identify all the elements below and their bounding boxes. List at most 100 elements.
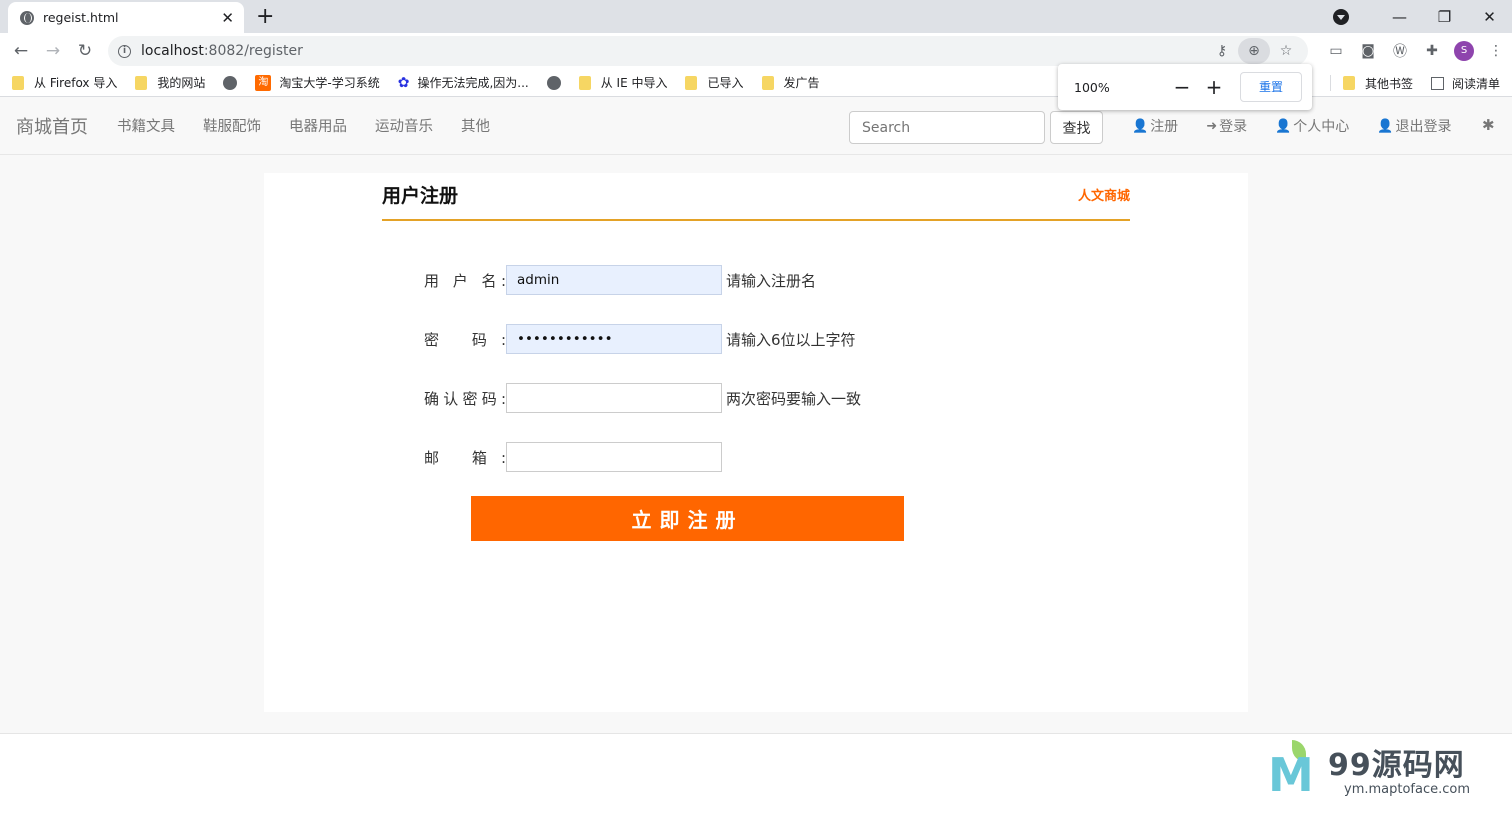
reading-list[interactable]: 阅读清单: [1430, 75, 1500, 92]
username-row: 用 户 名: 请输入注册名: [424, 265, 816, 295]
site-name-label: 人文商城: [1077, 189, 1130, 204]
logout-link[interactable]: 👤 退出登录: [1377, 116, 1451, 136]
url-path: :8082/register: [203, 43, 303, 59]
profile-avatar[interactable]: S: [1454, 41, 1474, 61]
bookmark-item[interactable]: 发广告: [761, 74, 820, 91]
info-icon[interactable]: i: [118, 44, 131, 58]
watermark-name: 99源码网: [1328, 748, 1465, 783]
window-controls: — ❐ ✕: [1333, 0, 1512, 33]
zoom-in-button[interactable]: +: [1198, 75, 1230, 99]
cast-icon[interactable]: ▭: [1320, 43, 1352, 59]
password-input[interactable]: [506, 324, 722, 354]
reading-list-icon: [1430, 76, 1444, 90]
puzzle-icon[interactable]: ✚: [1416, 43, 1448, 59]
user-icon: 👤: [1132, 118, 1149, 134]
menu-dots-icon[interactable]: ⋮: [1480, 43, 1512, 59]
register-panel: 用户注册 人文商城 用 户 名: 请输入注册名 密 码: 请输入6位以上字符 确…: [264, 173, 1248, 712]
user-icon: 👤: [1275, 118, 1292, 134]
zoom-out-button[interactable]: −: [1166, 75, 1198, 99]
browser-tab[interactable]: regeist.html ✕: [8, 2, 244, 33]
nav-link-sports[interactable]: 运动音乐: [375, 115, 433, 136]
confirm-password-input[interactable]: [506, 383, 722, 413]
folder-icon: [761, 75, 774, 90]
tab-bar: regeist.html ✕ + — ❐ ✕: [0, 0, 1512, 33]
folder-icon: [685, 75, 698, 90]
email-input[interactable]: [506, 442, 722, 472]
bookmark-item[interactable]: 从 IE 中导入: [578, 74, 667, 91]
other-bookmarks[interactable]: 其他书签: [1342, 75, 1413, 92]
zoom-icon[interactable]: ⊕: [1238, 38, 1270, 64]
w-extension-icon[interactable]: Ⓦ: [1384, 41, 1416, 61]
tab-search-icon[interactable]: [1333, 8, 1349, 25]
baidu-paw-icon: ✿: [397, 74, 410, 91]
address-bar-actions: ⚷ ⊕ ☆: [1206, 38, 1302, 64]
login-link[interactable]: ➜ 登录: [1206, 116, 1247, 136]
bookmark-item[interactable]: ✿ 操作无法完成,因为...: [398, 74, 529, 91]
nav-link-books[interactable]: 书籍文具: [117, 115, 175, 136]
folder-icon: [12, 75, 24, 90]
star-icon[interactable]: ☆: [1270, 38, 1302, 64]
url-host: localhost: [141, 43, 204, 59]
profile-link[interactable]: 👤 个人中心: [1275, 116, 1349, 136]
restore-icon[interactable]: ❐: [1422, 8, 1467, 26]
password-row: 密 码: 请输入6位以上字符: [424, 324, 856, 354]
bookmark-item[interactable]: [223, 75, 238, 90]
username-label: 用 户 名:: [424, 271, 506, 290]
zoom-popup: 100% − + 重置: [1058, 64, 1312, 110]
address-bar[interactable]: i localhost:8082/register ⚷ ⊕ ☆: [108, 36, 1308, 66]
zoom-reset-button[interactable]: 重置: [1240, 72, 1302, 102]
m-logo-icon: M: [1268, 748, 1314, 802]
bookmark-item[interactable]: 我的网站: [135, 74, 205, 91]
confirm-password-label: 确认密码:: [424, 389, 506, 408]
close-window-icon[interactable]: ✕: [1467, 8, 1512, 26]
register-link[interactable]: 👤 注册: [1132, 116, 1178, 136]
globe-icon: [223, 75, 238, 90]
folder-icon: [578, 75, 591, 90]
gear-icon[interactable]: ✱: [1482, 116, 1495, 134]
globe-icon: [20, 10, 34, 25]
key-icon[interactable]: ⚷: [1206, 38, 1238, 64]
watermark-logo: M 99源码网 ym.maptoface.com: [1266, 740, 1506, 810]
nav-link-electronics[interactable]: 电器用品: [289, 115, 347, 136]
password-label: 密 码:: [424, 330, 506, 349]
folder-icon: [135, 75, 148, 90]
username-input[interactable]: [506, 265, 722, 295]
taobao-icon: 淘: [255, 74, 272, 91]
email-label: 邮 箱:: [424, 448, 506, 467]
search-input[interactable]: [849, 111, 1045, 144]
new-tab-icon[interactable]: +: [256, 4, 274, 29]
tab-title: regeist.html: [43, 10, 119, 25]
page-content: 商城首页 书籍文具 鞋服配饰 电器用品 运动音乐 其他 查找 👤注册 ➜登录 👤…: [0, 97, 1512, 734]
minimize-icon[interactable]: —: [1377, 8, 1422, 26]
camera-icon[interactable]: ◙: [1352, 43, 1384, 59]
back-icon[interactable]: ←: [5, 41, 37, 61]
bookmarks-right: 其他书签 阅读清单: [1329, 69, 1500, 97]
watermark-url: ym.maptoface.com: [1344, 782, 1471, 797]
register-submit-button[interactable]: 立即注册: [471, 496, 904, 541]
login-icon: ➜: [1206, 118, 1218, 134]
nav-link-clothing[interactable]: 鞋服配饰: [203, 115, 261, 136]
divider: [1329, 75, 1331, 91]
reload-icon[interactable]: ↻: [69, 41, 101, 61]
bookmark-item[interactable]: [546, 75, 561, 90]
nav-link-other[interactable]: 其他: [461, 115, 490, 136]
globe-icon: [546, 75, 561, 90]
page-title: 用户注册: [382, 185, 459, 207]
close-tab-icon[interactable]: ✕: [221, 9, 234, 27]
bookmark-item[interactable]: 淘淘宝大学-学习系统: [255, 74, 380, 91]
bookmark-item[interactable]: 从 Firefox 导入: [12, 74, 117, 91]
search-button[interactable]: 查找: [1050, 111, 1103, 144]
confirm-password-hint: 两次密码要输入一致: [726, 389, 862, 408]
brand-link[interactable]: 商城首页: [16, 113, 88, 139]
panel-header: 用户注册 人文商城: [382, 179, 1130, 221]
confirm-password-row: 确认密码: 两次密码要输入一致: [424, 383, 861, 413]
bookmark-item[interactable]: 已导入: [685, 74, 744, 91]
username-hint: 请输入注册名: [726, 271, 817, 290]
forward-icon[interactable]: →: [37, 41, 69, 61]
extension-icons: ▭ ◙ Ⓦ ✚ S ⋮: [1320, 33, 1512, 69]
password-hint: 请输入6位以上字符: [726, 330, 856, 349]
email-row: 邮 箱:: [424, 442, 726, 472]
user-icon: 👤: [1377, 118, 1394, 134]
folder-icon: [1342, 76, 1355, 90]
zoom-level: 100%: [1074, 79, 1110, 95]
